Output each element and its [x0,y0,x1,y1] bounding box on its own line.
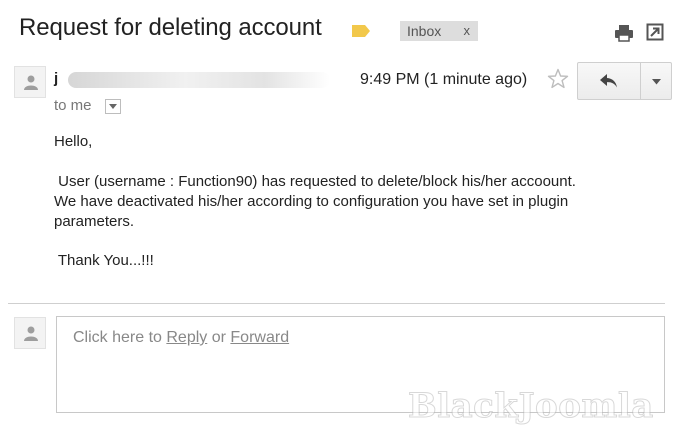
person-icon [24,326,38,341]
more-options-button[interactable] [640,62,672,100]
watermark-text: BlackJoomla [408,386,654,427]
star-icon[interactable] [547,68,569,90]
remove-label-button[interactable]: x [464,21,471,41]
print-icon[interactable] [614,24,634,42]
open-in-new-window-icon[interactable] [646,23,664,41]
forward-link[interactable]: Forward [230,329,289,346]
reply-prompt-prefix: Click here to [73,329,167,346]
email-signoff: Thank You...!!! [54,252,154,269]
sender-name[interactable]: j [54,68,334,92]
email-subject: Request for deleting account [19,14,322,41]
chevron-down-icon [652,79,661,85]
reply-prompt: Click here to Reply or Forward [73,329,289,347]
message-divider [8,303,665,304]
reply-arrow-icon [600,74,617,88]
watermark-logo: BlackJoomla [408,386,698,427]
user-avatar [14,317,46,349]
label-tag-icon[interactable] [352,25,370,37]
inbox-label-chip[interactable]: Inbox x [400,21,478,41]
subject-header: Request for deleting account Inbox x [0,0,700,60]
sender-name-redacted [68,72,330,88]
email-body-line: User (username : Function90) has request… [54,173,576,190]
recipient-summary: to me [54,97,92,114]
inbox-label-text: Inbox [407,23,442,39]
reply-button[interactable] [577,62,641,100]
sender-avatar [14,66,46,98]
reply-link[interactable]: Reply [166,329,207,346]
person-icon [24,75,38,90]
email-greeting: Hello, [54,133,93,150]
sender-initial: j [54,70,59,87]
chevron-down-icon [109,104,117,109]
email-timestamp: 9:49 PM (1 minute ago) [360,71,528,88]
reply-prompt-middle: or [207,329,231,346]
email-body-line: parameters. [54,213,135,230]
show-details-button[interactable] [105,99,121,114]
email-body-line: We have deactivated his/her according to… [54,193,569,210]
